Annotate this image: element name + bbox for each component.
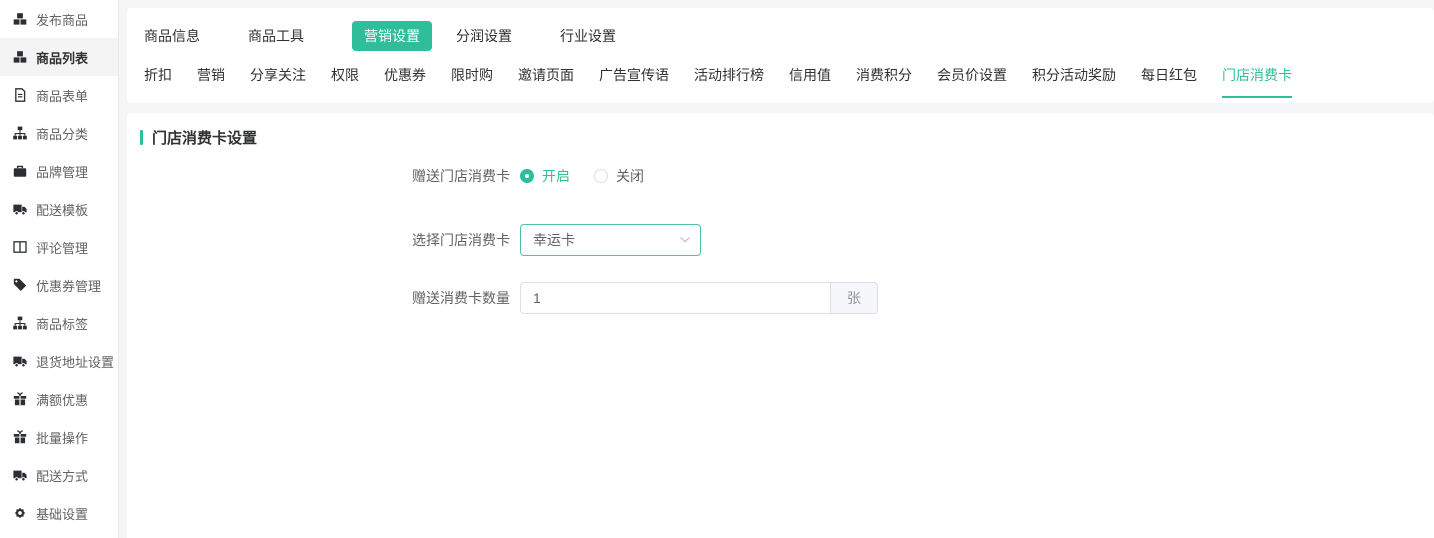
form-file-icon xyxy=(13,88,27,102)
form-row-select-card: 选择门店消费卡 幸运卡 xyxy=(127,224,1434,256)
store-card-form: 赠送门店消费卡 开启 关闭 选择门店消费卡 幸运卡 赠送消费卡数量 xyxy=(127,160,1434,314)
subtab-permissions[interactable]: 权限 xyxy=(331,65,359,98)
sidebar-item-label: 满额优惠 xyxy=(36,390,88,409)
sidebar-item-label: 发布商品 xyxy=(36,10,88,29)
section-title: 门店消费卡设置 xyxy=(127,113,1434,148)
tab-product-tools[interactable]: 商品工具 xyxy=(248,21,304,51)
sidebar-item-product-form[interactable]: 商品表单 xyxy=(0,76,118,114)
secondary-tab-bar: 折扣 营销 分享关注 权限 优惠券 限时购 邀请页面 广告宣传语 活动排行榜 信… xyxy=(144,65,1434,98)
subtab-points-activity-reward[interactable]: 积分活动奖励 xyxy=(1032,65,1116,98)
radio-off-label: 关闭 xyxy=(616,166,644,186)
sidebar-item-full-amount-discount[interactable]: 满额优惠 xyxy=(0,380,118,418)
sitemap-icon xyxy=(13,316,27,330)
card-quantity-input[interactable] xyxy=(520,282,831,314)
sidebar-item-label: 品牌管理 xyxy=(36,162,88,181)
tab-product-info[interactable]: 商品信息 xyxy=(144,21,200,51)
sitemap-icon xyxy=(13,126,27,140)
sidebar-item-label: 退货地址设置 xyxy=(36,352,114,371)
sidebar-item-label: 商品表单 xyxy=(36,86,88,105)
subtab-share-follow[interactable]: 分享关注 xyxy=(250,65,306,98)
sidebar-item-shipping-template[interactable]: 配送模板 xyxy=(0,190,118,228)
quantity-unit-addon: 张 xyxy=(831,282,878,314)
title-accent-bar xyxy=(140,130,143,145)
subtab-daily-red-packet[interactable]: 每日红包 xyxy=(1141,65,1197,98)
subtab-marketing[interactable]: 营销 xyxy=(197,65,225,98)
chevron-down-icon xyxy=(680,237,690,243)
sidebar-item-label: 评论管理 xyxy=(36,238,88,257)
subtab-coupon[interactable]: 优惠券 xyxy=(384,65,426,98)
sidebar-item-label: 商品标签 xyxy=(36,314,88,333)
sidebar: 发布商品 商品列表 商品表单 商品分类 品牌管理 配送模板 评论管理 优惠券管理… xyxy=(0,0,119,538)
store-card-select[interactable]: 幸运卡 xyxy=(520,224,701,256)
sidebar-item-product-category[interactable]: 商品分类 xyxy=(0,114,118,152)
subtab-invite-page[interactable]: 邀请页面 xyxy=(518,65,574,98)
sidebar-item-review-management[interactable]: 评论管理 xyxy=(0,228,118,266)
subtab-store-consumption-card[interactable]: 门店消费卡 xyxy=(1222,65,1292,98)
tab-marketing-settings[interactable]: 营销设置 xyxy=(352,21,432,51)
subtab-discount[interactable]: 折扣 xyxy=(144,65,172,98)
give-card-radio-off[interactable]: 关闭 xyxy=(594,166,644,186)
radio-on-label: 开启 xyxy=(542,166,570,186)
gift-icon xyxy=(13,430,27,444)
sidebar-item-brand-management[interactable]: 品牌管理 xyxy=(0,152,118,190)
truck-icon xyxy=(13,468,27,482)
content-card: 门店消费卡设置 赠送门店消费卡 开启 关闭 选择门店消费卡 幸运卡 xyxy=(127,113,1434,538)
gear-icon xyxy=(13,506,27,520)
columns-icon xyxy=(13,240,27,254)
sidebar-item-label: 优惠券管理 xyxy=(36,276,101,295)
sidebar-item-batch-operations[interactable]: 批量操作 xyxy=(0,418,118,456)
briefcase-icon xyxy=(13,164,27,178)
sidebar-item-label: 商品列表 xyxy=(36,48,88,67)
subtab-flash-sale[interactable]: 限时购 xyxy=(451,65,493,98)
section-title-text: 门店消费卡设置 xyxy=(152,127,257,148)
select-value: 幸运卡 xyxy=(533,230,575,250)
sidebar-item-return-address-settings[interactable]: 退货地址设置 xyxy=(0,342,118,380)
sidebar-item-label: 配送方式 xyxy=(36,466,88,485)
subtab-member-price-settings[interactable]: 会员价设置 xyxy=(937,65,1007,98)
subtab-consumption-points[interactable]: 消费积分 xyxy=(856,65,912,98)
give-card-radio-on[interactable]: 开启 xyxy=(520,166,570,186)
gift-icon xyxy=(13,392,27,406)
card-count-label: 赠送消费卡数量 xyxy=(127,288,510,308)
card-count-input-group: 张 xyxy=(520,282,878,314)
primary-tab-bar: 商品信息 商品工具 营销设置 分润设置 行业设置 xyxy=(144,21,1434,51)
tab-profit-settings[interactable]: 分润设置 xyxy=(456,21,512,51)
radio-on-icon xyxy=(520,169,534,183)
sidebar-item-label: 基础设置 xyxy=(36,504,88,523)
sidebar-item-label: 配送模板 xyxy=(36,200,88,219)
subtab-activity-ranking[interactable]: 活动排行榜 xyxy=(694,65,764,98)
give-card-label: 赠送门店消费卡 xyxy=(127,166,510,186)
sidebar-item-product-tags[interactable]: 商品标签 xyxy=(0,304,118,342)
truck-icon xyxy=(13,202,27,216)
sidebar-item-coupon-management[interactable]: 优惠券管理 xyxy=(0,266,118,304)
radio-off-icon xyxy=(594,169,608,183)
cubes-icon xyxy=(13,12,27,26)
select-card-label: 选择门店消费卡 xyxy=(127,230,510,250)
form-row-card-count: 赠送消费卡数量 张 xyxy=(127,282,1434,314)
truck-icon xyxy=(13,354,27,368)
subtab-credit-value[interactable]: 信用值 xyxy=(789,65,831,98)
sidebar-item-publish-product[interactable]: 发布商品 xyxy=(0,0,118,38)
form-row-give-card: 赠送门店消费卡 开启 关闭 xyxy=(127,160,1434,192)
sidebar-item-basic-settings[interactable]: 基础设置 xyxy=(0,494,118,532)
cubes-icon xyxy=(13,50,27,64)
sidebar-item-label: 商品分类 xyxy=(36,124,88,143)
sidebar-item-product-list[interactable]: 商品列表 xyxy=(0,38,118,76)
sidebar-item-shipping-method[interactable]: 配送方式 xyxy=(0,456,118,494)
tag-icon xyxy=(13,278,27,292)
tabs-card: 商品信息 商品工具 营销设置 分润设置 行业设置 折扣 营销 分享关注 权限 优… xyxy=(127,8,1434,103)
subtab-ad-slogan[interactable]: 广告宣传语 xyxy=(599,65,669,98)
sidebar-item-label: 批量操作 xyxy=(36,428,88,447)
main-area: 商品信息 商品工具 营销设置 分润设置 行业设置 折扣 营销 分享关注 权限 优… xyxy=(127,0,1434,538)
tab-industry-settings[interactable]: 行业设置 xyxy=(560,21,616,51)
